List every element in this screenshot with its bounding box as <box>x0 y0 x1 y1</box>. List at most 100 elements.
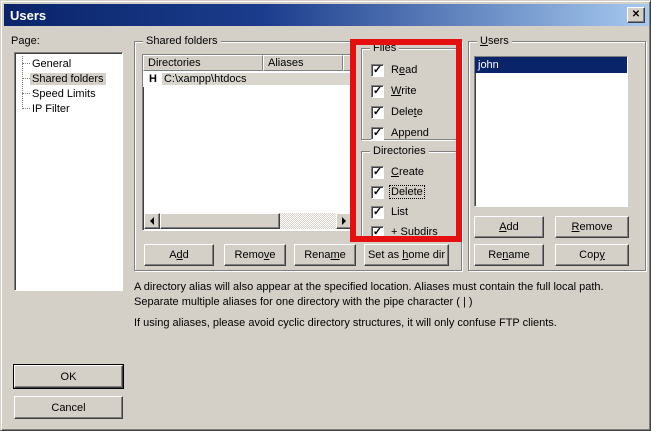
scrollbar-thumb[interactable] <box>160 213 280 229</box>
tree-connector <box>22 63 30 64</box>
page-item-label: Shared folders <box>30 73 106 85</box>
column-header-filler <box>343 55 353 71</box>
alias-info-text: A directory alias will also appear at th… <box>134 280 639 310</box>
page-item-label: IP Filter <box>30 103 72 115</box>
window-title: Users <box>4 8 46 23</box>
page-item-label: Speed Limits <box>30 88 98 100</box>
write-checkbox-label: Write <box>390 85 417 97</box>
close-icon: ✕ <box>632 10 640 20</box>
button-label: Remove <box>235 249 276 261</box>
checkmark-icon: ✓ <box>373 65 382 76</box>
delete-file-checkbox-box[interactable]: ✓ <box>371 106 384 119</box>
ok-button[interactable]: OK <box>14 365 123 388</box>
button-label: Add <box>499 221 519 233</box>
create-dir-checkbox-box[interactable]: ✓ <box>371 166 384 179</box>
list-dir-checkbox[interactable]: ✓ List <box>371 205 409 219</box>
users-dialog: Users ✕ Page: General Shared folders Spe… <box>0 0 651 431</box>
write-checkbox[interactable]: ✓ Write <box>371 84 417 98</box>
remove-folder-button[interactable]: Remove <box>224 244 286 266</box>
checkmark-icon: ✓ <box>373 86 382 97</box>
delete-dir-checkbox-box[interactable]: ✓ <box>371 186 384 199</box>
checkmark-icon: ✓ <box>373 167 382 178</box>
write-checkbox-box[interactable]: ✓ <box>371 85 384 98</box>
page-item-ip-filter[interactable]: IP Filter <box>15 101 122 116</box>
list-dir-checkbox-label: List <box>390 206 409 218</box>
home-flag: H <box>149 73 157 85</box>
add-folder-button[interactable]: Add <box>144 244 214 266</box>
horizontal-scrollbar[interactable] <box>144 213 352 229</box>
button-label: Rename <box>488 249 530 261</box>
copy-user-button[interactable]: Copy <box>555 244 629 266</box>
title-bar[interactable]: Users ✕ <box>4 4 649 26</box>
delete-file-checkbox[interactable]: ✓ Delete <box>371 105 424 119</box>
page-item-speed-limits[interactable]: Speed Limits <box>15 86 122 101</box>
list-body: H C:\xampp\htdocs <box>143 71 353 87</box>
button-label: OK <box>61 371 77 383</box>
directories-permissions-group: Directories ✓ Create ✓ Delete ✓ List ✓ +… <box>361 151 457 238</box>
column-header-label: Directories <box>148 57 201 69</box>
files-group-label: Files <box>370 42 399 54</box>
button-label: Add <box>169 249 189 261</box>
button-label: Copy <box>579 249 605 261</box>
button-label: Remove <box>572 221 613 233</box>
set-home-dir-button[interactable]: Set as home dir <box>364 244 449 266</box>
subdirs-checkbox[interactable]: ✓ + Subdirs <box>371 225 439 239</box>
shared-folders-group-label: Shared folders <box>143 35 221 47</box>
subdirs-checkbox-box[interactable]: ✓ <box>371 226 384 239</box>
checkmark-icon: ✓ <box>373 227 382 238</box>
page-item-label: General <box>30 58 73 70</box>
delete-file-checkbox-label: Delete <box>390 106 424 118</box>
cancel-button[interactable]: Cancel <box>14 396 123 419</box>
checkmark-icon: ✓ <box>373 128 382 139</box>
checkmark-icon: ✓ <box>373 187 382 198</box>
directories-group-label: Directories <box>370 145 429 157</box>
page-label: Page: <box>11 35 40 47</box>
rename-user-button[interactable]: Rename <box>474 244 544 266</box>
add-user-button[interactable]: Add <box>474 216 544 238</box>
checkmark-icon: ✓ <box>373 107 382 118</box>
scrollbar-track[interactable] <box>280 213 336 229</box>
tree-connector <box>22 93 30 94</box>
list-dir-checkbox-box[interactable]: ✓ <box>371 206 384 219</box>
user-item-john[interactable]: john <box>475 57 627 73</box>
append-checkbox-label: Append <box>390 127 430 139</box>
remove-user-button[interactable]: Remove <box>555 216 629 238</box>
scroll-left-button[interactable] <box>144 213 160 229</box>
subdirs-checkbox-label: + Subdirs <box>390 226 439 238</box>
column-header-aliases[interactable]: Aliases <box>263 55 343 71</box>
directory-path: C:\xampp\htdocs <box>162 73 353 85</box>
scroll-right-button[interactable] <box>336 213 352 229</box>
column-header-label: Aliases <box>268 57 303 69</box>
append-checkbox-box[interactable]: ✓ <box>371 127 384 140</box>
delete-dir-checkbox-label: Delete <box>390 186 424 198</box>
read-checkbox[interactable]: ✓ Read <box>371 63 418 77</box>
delete-dir-checkbox[interactable]: ✓ Delete <box>371 185 424 199</box>
checkmark-icon: ✓ <box>373 207 382 218</box>
read-checkbox-label: Read <box>390 64 418 76</box>
users-group-label: Users <box>477 35 512 47</box>
create-dir-checkbox-label: Create <box>390 166 425 178</box>
directories-list: Directories Aliases H C:\xampp\htdocs <box>142 54 354 231</box>
page-list: General Shared folders Speed Limits IP F… <box>14 52 123 291</box>
scroll-left-icon <box>146 217 154 225</box>
cyclic-warning-text: If using aliases, please avoid cyclic di… <box>134 316 646 331</box>
column-header-directories[interactable]: Directories <box>143 55 263 71</box>
append-checkbox[interactable]: ✓ Append <box>371 126 430 140</box>
list-header-row: Directories Aliases <box>143 55 353 71</box>
directory-row[interactable]: H C:\xampp\htdocs <box>143 71 353 87</box>
user-item-label: john <box>478 59 499 71</box>
tree-connector <box>22 108 30 109</box>
button-label: Cancel <box>51 402 85 414</box>
page-item-general[interactable]: General <box>15 56 122 71</box>
close-button[interactable]: ✕ <box>627 7 645 23</box>
scroll-right-icon <box>342 217 350 225</box>
tree-connector <box>22 78 30 79</box>
button-label: Rename <box>304 249 346 261</box>
button-label: Set as home dir <box>368 249 445 261</box>
rename-folder-button[interactable]: Rename <box>294 244 356 266</box>
read-checkbox-box[interactable]: ✓ <box>371 64 384 77</box>
users-list: john <box>474 56 628 207</box>
page-item-shared-folders[interactable]: Shared folders <box>15 71 122 86</box>
create-dir-checkbox[interactable]: ✓ Create <box>371 165 425 179</box>
files-permissions-group: Files ✓ Read ✓ Write ✓ Delete ✓ Append <box>361 48 457 140</box>
